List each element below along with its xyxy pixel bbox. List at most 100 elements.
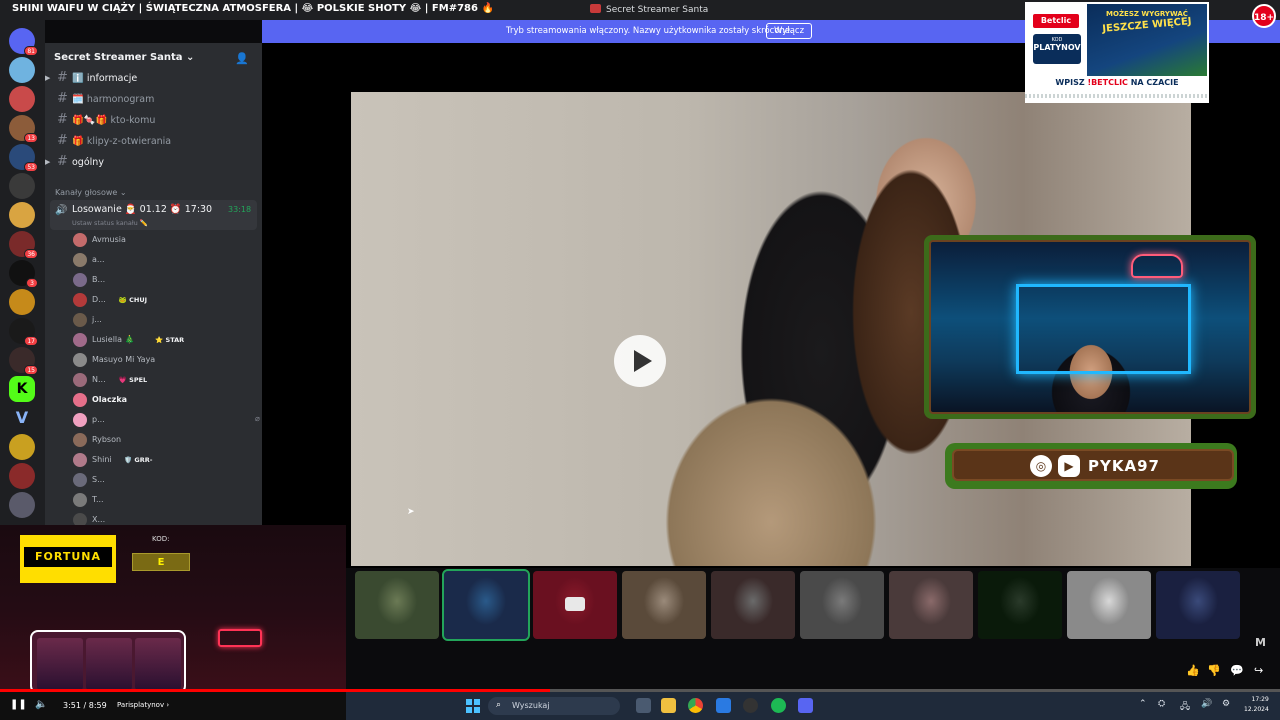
video-chapter[interactable]: Parisplatynov ›	[117, 701, 169, 709]
case-cards	[30, 630, 186, 690]
streamer-name-plate: ◎ ▶ PYKA97	[952, 449, 1234, 481]
text-channel[interactable]: # 🎁 klipy-z-otwierania	[45, 132, 262, 152]
hash-icon: #	[57, 91, 68, 106]
server-icon[interactable]	[9, 86, 35, 112]
server-icon[interactable]: 13	[9, 115, 38, 143]
invite-people-icon[interactable]: 👤	[235, 52, 249, 65]
taskbar-clock[interactable]: 17:29 12.2024	[1244, 695, 1269, 715]
voice-member[interactable]: B...⌀	[73, 271, 258, 290]
window-title: Secret Streamer Santa	[590, 4, 708, 15]
file-explorer-icon[interactable]	[661, 698, 676, 713]
tray-volume-icon[interactable]: 🔊	[1201, 699, 1212, 709]
participant-tile[interactable]	[978, 571, 1062, 639]
server-icon[interactable]	[9, 492, 35, 518]
voice-member[interactable]: Lusiella 🎄⭐ STAR■	[73, 331, 258, 350]
voice-member[interactable]: Avmusia⌀	[73, 231, 258, 250]
server-icon[interactable]: 36	[9, 231, 38, 259]
instagram-icon: ◎	[1030, 455, 1052, 477]
server-icon[interactable]: 81	[9, 28, 38, 56]
case-card	[86, 638, 132, 690]
volume-icon[interactable]: 🔈	[35, 699, 47, 710]
participant-tile[interactable]	[800, 571, 884, 639]
tray-chevron-icon[interactable]: ⌃	[1139, 699, 1147, 709]
text-channel[interactable]: ▶ # ℹ️ informacje	[45, 69, 262, 89]
comment-icon[interactable]: 💬	[1230, 664, 1244, 677]
voice-member[interactable]: j...■	[73, 311, 258, 330]
participant-tile[interactable]	[1156, 571, 1240, 639]
text-channel[interactable]: ▶ # ogólny	[45, 153, 262, 173]
spotify-icon[interactable]	[771, 698, 786, 713]
betclic-ad: Betclic MOŻESZ WYGRYWAĆ JESZCZE WIĘCEJ K…	[1025, 2, 1209, 103]
channel-watermark-icon[interactable]: M	[1255, 636, 1266, 649]
server-icon[interactable]: 3	[9, 260, 38, 288]
text-channel[interactable]: # 🗓️ harmonogram	[45, 90, 262, 110]
server-icon[interactable]	[9, 434, 35, 460]
member-tag: ⭐ STAR	[155, 336, 185, 344]
participant-tile[interactable]	[355, 571, 439, 639]
participant-tile[interactable]	[622, 571, 706, 639]
pause-icon[interactable]: ❚❚	[10, 699, 27, 710]
voice-channel-name: Losowanie 🎅 01.12 ⏰ 17:30	[72, 204, 213, 215]
obs-icon[interactable]	[743, 698, 758, 713]
participant-tile[interactable]	[889, 571, 973, 639]
age-rating-badge: 18+	[1252, 4, 1276, 28]
discord-window-icon	[590, 4, 601, 13]
voice-category[interactable]: Kanały głosowe ⌄	[55, 188, 127, 197]
voice-member[interactable]: S...■	[73, 471, 258, 490]
play-button[interactable]	[614, 335, 666, 387]
participant-tile[interactable]	[533, 571, 617, 639]
server-icon[interactable]	[9, 57, 35, 83]
server-mention-badge: 81	[24, 46, 38, 56]
tray-app-icon[interactable]: ⛭	[1158, 699, 1165, 709]
tray-network-icon[interactable]: 🖧	[1180, 699, 1190, 715]
text-channel[interactable]: # 🎁🍬🎁 kto-komu	[45, 111, 262, 131]
chrome-icon[interactable]	[688, 698, 703, 713]
ad-promo-art: MOŻESZ WYGRYWAĆ JESZCZE WIĘCEJ	[1087, 4, 1207, 76]
discord-icon[interactable]	[798, 698, 813, 713]
voice-member[interactable]: p...⌀■	[73, 411, 260, 430]
windows-start-icon[interactable]	[466, 699, 480, 713]
voice-channel-status[interactable]: Ustaw status kanału ✏️	[72, 219, 148, 227]
voice-member[interactable]: X...⌀	[73, 511, 258, 525]
disable-streaming-mode-button[interactable]: Wyłącz	[766, 23, 813, 39]
server-icon[interactable]: 53	[9, 144, 38, 172]
dislike-icon[interactable]: 👎	[1207, 664, 1221, 677]
avatar	[73, 313, 87, 327]
participant-tile[interactable]	[1067, 571, 1151, 639]
taskview-icon[interactable]	[636, 698, 651, 713]
voice-member[interactable]: Masuyo Mi Yaya■	[73, 351, 258, 370]
kick-server-icon[interactable]: K	[9, 376, 35, 402]
ad-fine-print	[1025, 94, 1209, 98]
voice-channel[interactable]: 🔊 Losowanie 🎅 01.12 ⏰ 17:30 33:18 Ustaw …	[50, 200, 257, 230]
server-icon[interactable]	[9, 202, 35, 228]
voice-member[interactable]: Shini🛡️ GRR-■	[73, 451, 258, 470]
voice-member[interactable]: D...🐸 CHUJ⌀	[73, 291, 258, 310]
fortuna-text: FORTUNA	[24, 547, 112, 567]
server-name[interactable]: Secret Streamer Santa ⌄	[54, 52, 194, 63]
webcam-frame	[924, 235, 1256, 419]
voice-member[interactable]: N...💗 SPEL■	[73, 371, 258, 390]
streamer-overlay: FORTUNA KOD: E	[0, 525, 346, 690]
like-icon[interactable]: 👍	[1186, 664, 1200, 677]
taskbar-search[interactable]: ⌕ Wyszukaj	[488, 697, 620, 715]
server-icon[interactable]	[9, 289, 35, 315]
voice-member[interactable]: a...	[73, 251, 258, 270]
server-icon[interactable]: 15	[9, 347, 38, 375]
server-name-text: Secret Streamer Santa	[54, 52, 183, 63]
screen: SHINI WAIFU W CIĄŻY | ŚWIĄTECZNA ATMOSFE…	[0, 0, 1280, 720]
server-icon[interactable]: 17	[9, 318, 38, 346]
voice-member[interactable]: Olaczka	[73, 391, 258, 410]
banner-text: Tryb streamowania włączony. Nazwy użytko…	[506, 26, 793, 36]
server-icon[interactable]	[9, 173, 35, 199]
share-icon[interactable]: ↪	[1254, 664, 1263, 677]
server-icon[interactable]	[9, 463, 35, 489]
voice-member[interactable]: T...⌀	[73, 491, 258, 510]
voice-member[interactable]: Rybson■	[73, 431, 258, 450]
participant-tile[interactable]	[711, 571, 795, 639]
tray-settings-icon[interactable]: ⚙	[1222, 699, 1230, 709]
member-tag: 💗 SPEL	[118, 376, 148, 384]
camera-off-icon	[565, 597, 585, 611]
app-icon[interactable]	[716, 698, 731, 713]
v-server-icon[interactable]: V	[9, 405, 35, 431]
participant-tile[interactable]	[442, 569, 530, 641]
